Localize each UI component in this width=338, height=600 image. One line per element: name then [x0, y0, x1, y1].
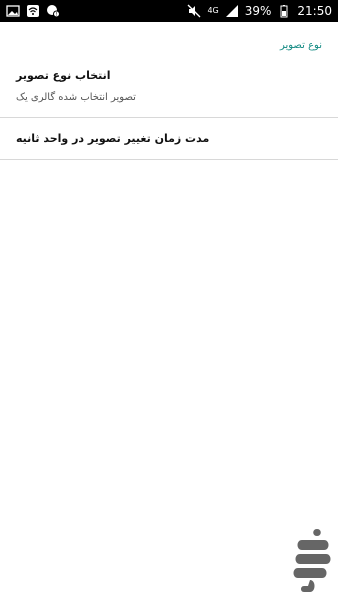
battery-icon [277, 4, 291, 18]
svg-text:!: ! [55, 12, 57, 18]
status-left-icons: ! [6, 4, 60, 18]
network-type: 4G [207, 6, 219, 15]
pref-select-image-type[interactable]: انتخاب نوع تصویر تصویر انتخاب شده گالری … [0, 51, 338, 118]
pref-title: مدت زمان تغییر تصویر در واحد ثانیه [16, 132, 210, 145]
status-bar: ! 4G 39% 21:50 [0, 0, 338, 22]
status-right-icons: 4G 39% 21:50 [187, 4, 332, 18]
gallery-icon [6, 4, 20, 18]
pref-title: انتخاب نوع تصویر [16, 69, 111, 82]
wifi-alt-icon [26, 4, 40, 18]
section-header-image-type: نوع تصویر [279, 40, 322, 51]
battery-percentage: 39% [244, 4, 272, 18]
pref-change-interval[interactable]: مدت زمان تغییر تصویر در واحد ثانیه [0, 118, 338, 160]
watermark-logo-icon [293, 529, 331, 592]
mute-icon [187, 4, 201, 18]
pref-summary: تصویر انتخاب شده گالری یک [16, 92, 136, 103]
signal-icon [225, 4, 239, 18]
preferences-screen: نوع تصویر انتخاب نوع تصویر تصویر انتخاب … [0, 22, 338, 600]
clock: 21:50 [297, 4, 332, 18]
chat-alert-icon: ! [46, 4, 60, 18]
